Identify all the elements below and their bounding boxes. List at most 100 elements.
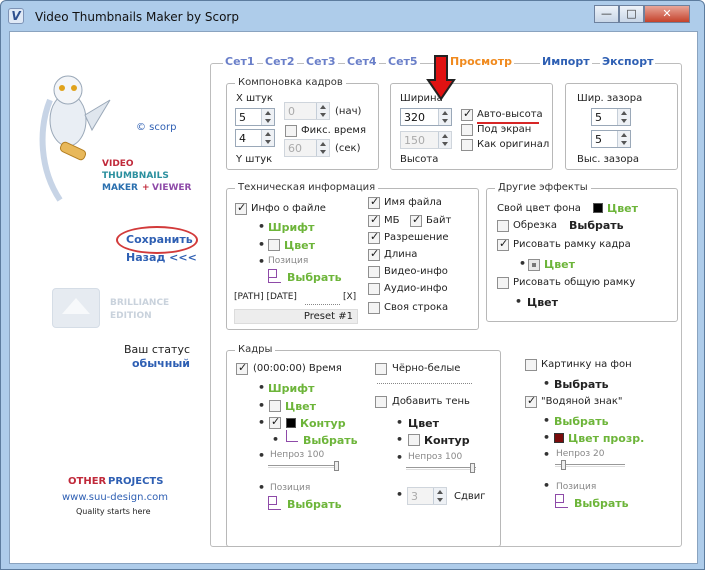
- tab-export[interactable]: Экспорт: [600, 55, 656, 68]
- tech-position-choose[interactable]: Выбрать: [287, 271, 342, 284]
- crop-checkbox[interactable]: [497, 220, 509, 232]
- width-spinner[interactable]: 320: [400, 108, 452, 126]
- outline-swatch[interactable]: [286, 418, 296, 428]
- tech-font-link[interactable]: Шрифт: [268, 221, 314, 234]
- outline-checkbox[interactable]: [269, 415, 281, 429]
- as-original-checkbox[interactable]: [461, 139, 473, 151]
- tab-set4[interactable]: Сет4: [345, 55, 379, 68]
- gap-height-label: Выс. зазора: [577, 154, 639, 165]
- duration-checkbox[interactable]: [368, 247, 380, 261]
- frames-color-link[interactable]: Цвет: [285, 400, 316, 413]
- video-info-checkbox[interactable]: [368, 266, 380, 278]
- outline-link[interactable]: Контур: [300, 417, 346, 430]
- height-label: Высота: [400, 154, 439, 165]
- outline-bullet: •: [258, 416, 266, 429]
- tab-set5[interactable]: Сет5: [386, 55, 420, 68]
- file-info-checkbox[interactable]: [235, 201, 247, 215]
- frames-position-icon: [268, 496, 281, 510]
- shadow-checkbox[interactable]: [375, 396, 387, 408]
- common-border-checkbox[interactable]: [497, 277, 509, 289]
- watermark-color-link[interactable]: Цвет прозр.: [568, 432, 644, 445]
- crop-choose[interactable]: Выбрать: [569, 219, 624, 232]
- bw-checkbox[interactable]: [375, 363, 387, 375]
- watermark-position-choose[interactable]: Выбрать: [574, 497, 629, 510]
- tab-set3[interactable]: Сет3: [304, 55, 338, 68]
- height-spinner[interactable]: 150: [400, 131, 452, 149]
- outline-choose-link[interactable]: Выбрать: [303, 434, 358, 447]
- frames-font-bullet: •: [258, 381, 266, 394]
- bg-image-bullet: •: [543, 377, 551, 390]
- auto-height-checkbox[interactable]: [461, 107, 473, 121]
- bg-image-choose[interactable]: Выбрать: [554, 378, 609, 391]
- shadow-opacity-label: Непроз 100: [408, 452, 463, 462]
- watermark-checkbox[interactable]: [525, 394, 537, 408]
- watermark-color-swatch[interactable]: [554, 433, 564, 443]
- shift-spinner[interactable]: 3: [407, 487, 447, 505]
- audio-info-checkbox[interactable]: [368, 283, 380, 295]
- mb-checkbox[interactable]: [368, 213, 380, 227]
- maximize-button[interactable]: □: [619, 5, 644, 23]
- watermark-opacity-slider[interactable]: [555, 460, 625, 470]
- watermark-choose[interactable]: Выбрать: [554, 415, 609, 428]
- tab-set1[interactable]: Сет1: [223, 55, 257, 68]
- seconds-spinner[interactable]: 60: [284, 139, 330, 157]
- bg-image-label: Картинку на фон: [541, 359, 632, 370]
- site-link[interactable]: www.suu-design.com: [62, 492, 168, 503]
- frames-font-link[interactable]: Шрифт: [268, 382, 314, 395]
- fit-screen-label: Под экран: [477, 124, 532, 135]
- tech-position-label: Позиция: [268, 256, 309, 266]
- tab-set2[interactable]: Сет2: [263, 55, 297, 68]
- opacity-bullet: •: [258, 449, 266, 462]
- shift-bullet: •: [396, 488, 404, 501]
- frame-border-label: Рисовать рамку кадра: [513, 239, 631, 250]
- x-count-spinner[interactable]: 5: [235, 108, 275, 126]
- gap-height-spinner[interactable]: 5: [591, 130, 631, 148]
- other-label: OTHER: [68, 476, 107, 487]
- frame-color-link[interactable]: Цвет: [544, 258, 575, 271]
- edition-line1: BRILLIANCE: [110, 298, 170, 308]
- app-icon: V: [8, 8, 24, 24]
- shadow-outline-checkbox[interactable]: [408, 434, 420, 446]
- shadow-outline-link[interactable]: Контур: [424, 434, 470, 447]
- time-checkbox[interactable]: [236, 361, 248, 375]
- logo-line3c: VIEWER: [152, 183, 192, 193]
- fit-screen-checkbox[interactable]: [461, 124, 473, 136]
- common-color-link[interactable]: Цвет: [527, 296, 558, 309]
- bg-image-checkbox[interactable]: [525, 359, 537, 371]
- frames-color-checkbox[interactable]: [269, 400, 281, 412]
- resolution-checkbox[interactable]: [368, 230, 380, 244]
- tech-color-link[interactable]: Цвет: [284, 239, 315, 252]
- filename-checkbox[interactable]: [368, 195, 380, 209]
- preset-field[interactable]: Preset #1: [234, 309, 358, 324]
- minimize-button[interactable]: —: [594, 5, 619, 23]
- tech-color-checkbox[interactable]: [268, 239, 280, 251]
- y-count-spinner[interactable]: 4: [235, 129, 275, 147]
- tags-dots: [305, 304, 340, 305]
- frame-border-checkbox[interactable]: [497, 237, 509, 251]
- frames-group: Кадры: [226, 344, 501, 547]
- logo-line3a: MAKER: [102, 183, 138, 193]
- status-value: обычный: [132, 357, 190, 370]
- projects-label: PROJECTS: [108, 476, 164, 487]
- start-spinner[interactable]: 0: [284, 102, 330, 120]
- frames-opacity-slider[interactable]: [268, 461, 339, 471]
- title-bar: V Video Thumbnails Maker by Scorp — □ ✕: [1, 1, 704, 31]
- bg-color-swatch[interactable]: [593, 203, 603, 213]
- tab-preview[interactable]: Просмотр: [448, 55, 514, 68]
- tab-import[interactable]: Импорт: [540, 55, 592, 68]
- frames-position-choose[interactable]: Выбрать: [287, 498, 342, 511]
- own-line-checkbox[interactable]: [368, 302, 380, 314]
- fixed-time-checkbox[interactable]: [285, 125, 297, 137]
- bg-color-link[interactable]: Цвет: [607, 202, 638, 215]
- common-color-bullet: •: [515, 295, 523, 308]
- shadow-opacity-slider[interactable]: [406, 463, 476, 473]
- save-link[interactable]: Сохранить: [126, 233, 193, 246]
- back-link[interactable]: Назад <<<: [126, 251, 197, 264]
- position-bullet: •: [258, 255, 266, 268]
- shadow-color-link[interactable]: Цвет: [408, 417, 439, 430]
- tech-info-title: Техническая информация: [235, 182, 379, 193]
- byte-label: Байт: [426, 215, 452, 226]
- close-button[interactable]: ✕: [644, 5, 690, 23]
- gap-width-spinner[interactable]: 5: [591, 108, 631, 126]
- byte-checkbox[interactable]: [410, 213, 422, 227]
